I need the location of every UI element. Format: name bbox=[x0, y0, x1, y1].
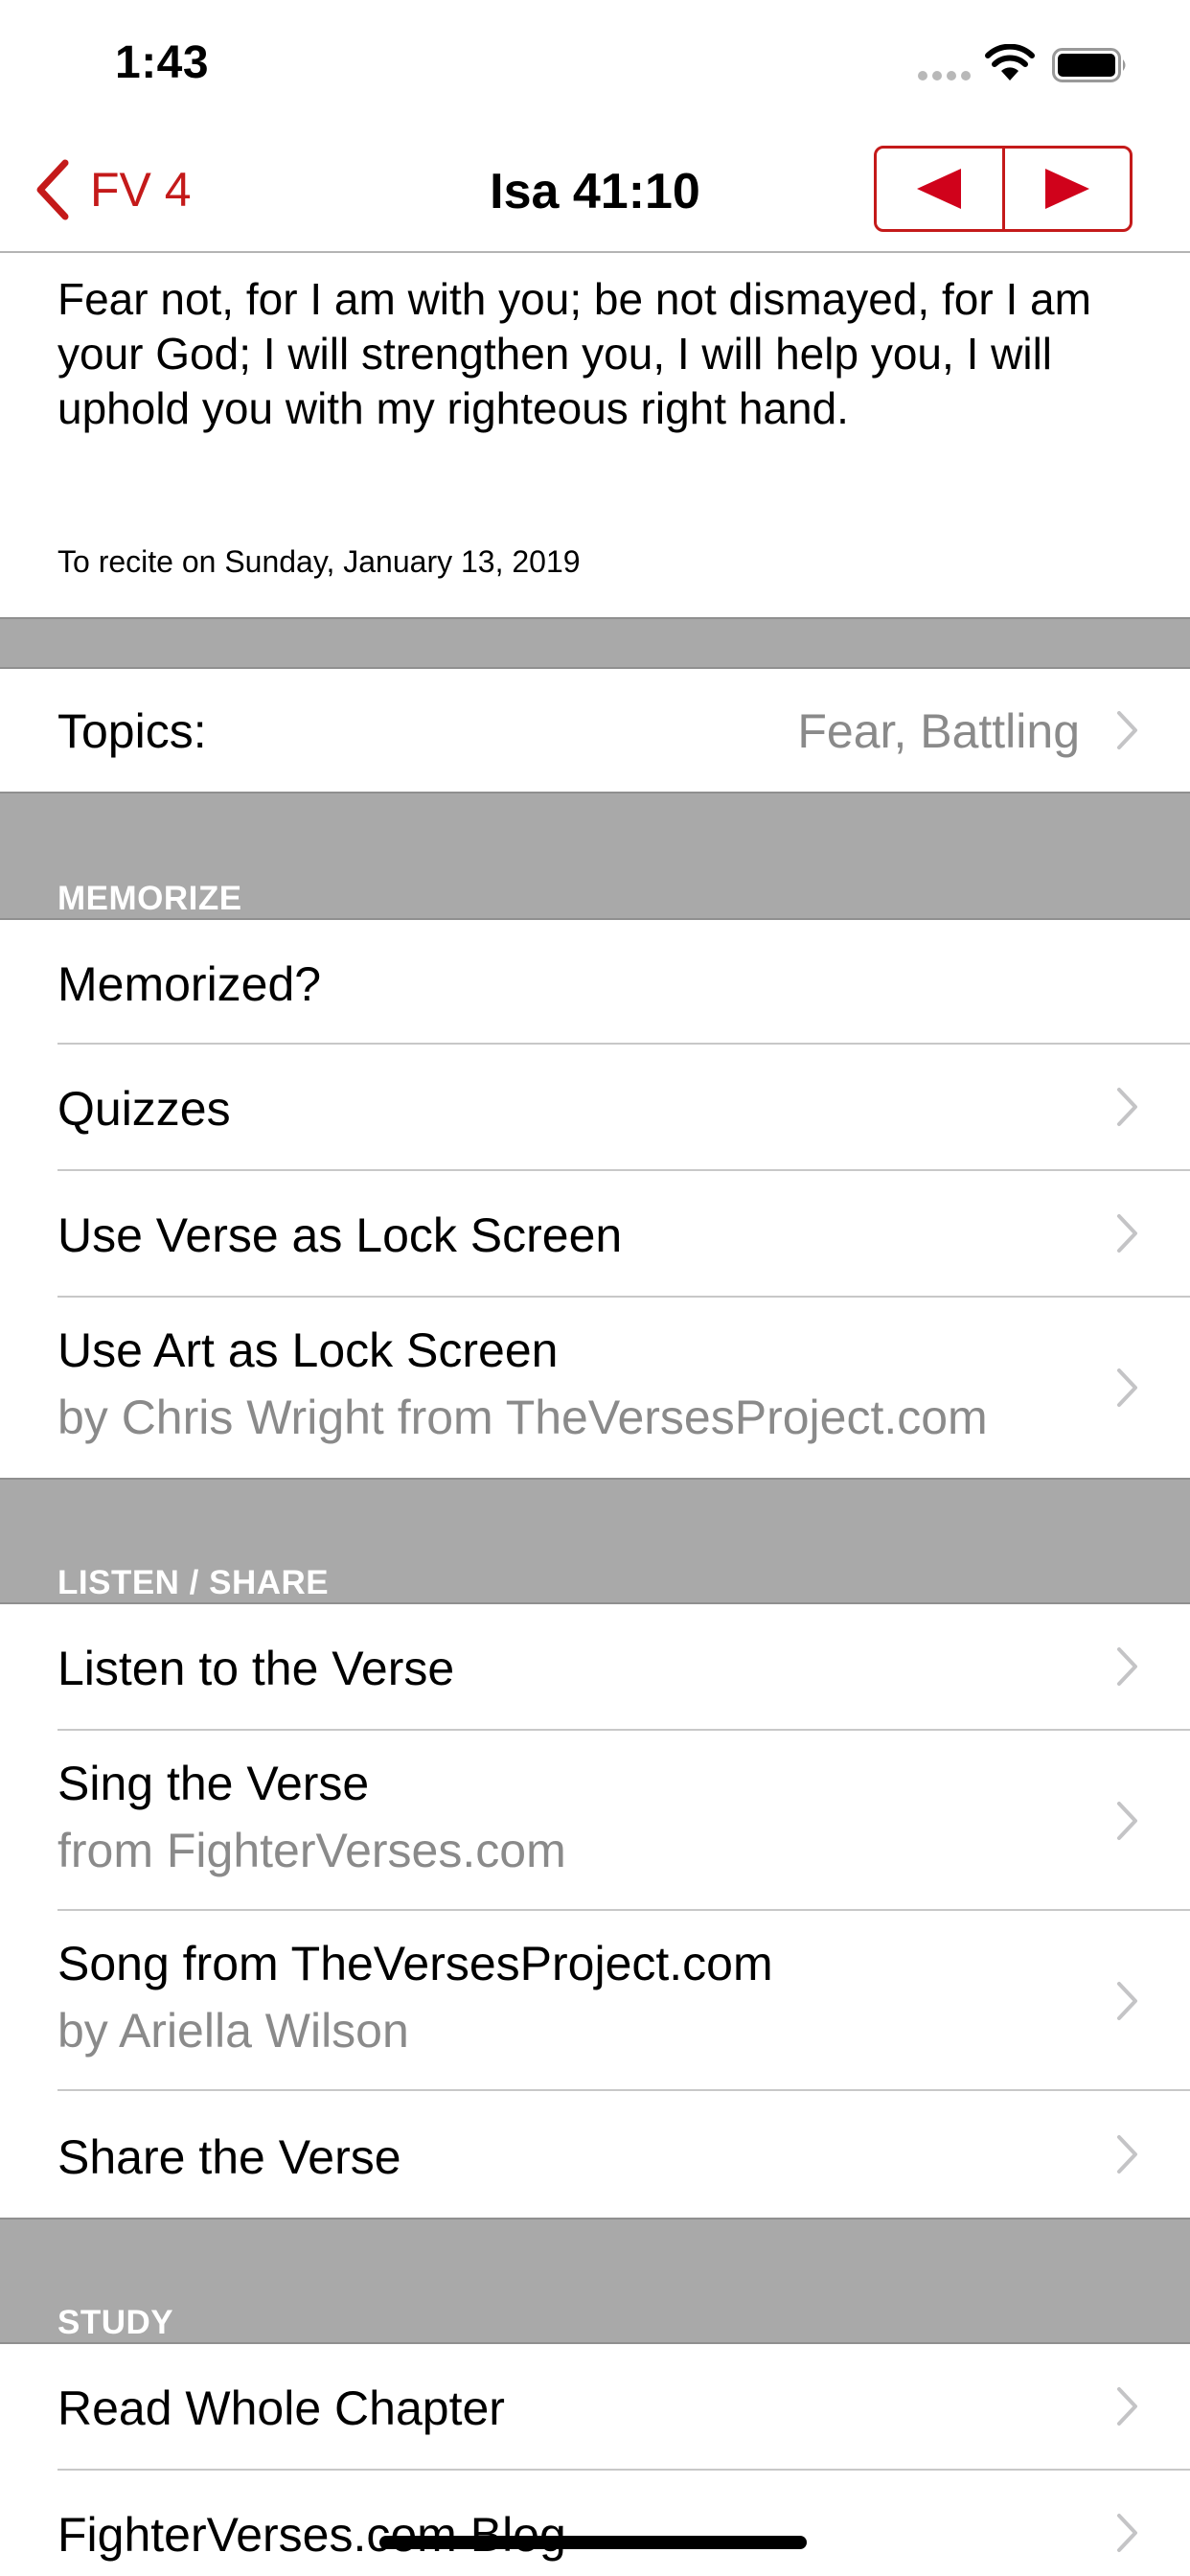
chevron-right-icon bbox=[1117, 1214, 1137, 1253]
section-header-label: STUDY bbox=[57, 2304, 174, 2341]
topics-value: Fear, Battling bbox=[797, 704, 1080, 758]
art-lock-screen-row[interactable]: Use Art as Lock Screen by Chris Wright f… bbox=[0, 1298, 1190, 1478]
recite-date: To recite on Sunday, January 13, 2019 bbox=[57, 544, 581, 579]
cellular-signal-icon bbox=[918, 71, 971, 80]
row-title: Memorized? bbox=[57, 957, 322, 1011]
status-time: 1:43 bbox=[115, 37, 210, 88]
section-header-study: STUDY bbox=[0, 2218, 1190, 2344]
listen-verse-row[interactable]: Listen to the Verse bbox=[0, 1604, 1190, 1729]
status-bar: 1:43 bbox=[0, 0, 1190, 126]
triangle-left-icon bbox=[917, 169, 962, 209]
verse-navigation-control bbox=[874, 146, 1133, 232]
row-subtitle: from FighterVerses.com bbox=[57, 1824, 566, 1877]
topics-row[interactable]: Topics: Fear, Battling bbox=[0, 669, 1190, 792]
topics-label: Topics: bbox=[57, 704, 207, 758]
previous-verse-button[interactable] bbox=[877, 149, 1002, 229]
chevron-right-icon bbox=[1117, 1647, 1137, 1686]
row-title: Share the Verse bbox=[57, 2130, 401, 2184]
row-title: Sing the Verse bbox=[57, 1757, 370, 1810]
row-title: Read Whole Chapter bbox=[57, 2381, 505, 2435]
chevron-right-icon bbox=[1117, 1802, 1137, 1840]
quizzes-row[interactable]: Quizzes bbox=[0, 1045, 1190, 1169]
verses-project-song-row[interactable]: Song from TheVersesProject.com by Ariell… bbox=[0, 1911, 1190, 2089]
navigation-bar: FV 4 Isa 41:10 bbox=[0, 126, 1190, 253]
sing-verse-row[interactable]: Sing the Verse from FighterVerses.com bbox=[0, 1731, 1190, 1909]
row-title: Quizzes bbox=[57, 1082, 231, 1136]
wifi-icon bbox=[985, 44, 1035, 80]
share-verse-row[interactable]: Share the Verse bbox=[0, 2091, 1190, 2218]
row-title: Song from TheVersesProject.com bbox=[57, 1937, 773, 1990]
blog-row[interactable]: FighterVerses.com Blog bbox=[0, 2471, 1190, 2576]
home-indicator[interactable] bbox=[379, 2536, 807, 2549]
chevron-right-icon bbox=[1117, 2387, 1137, 2426]
chevron-right-icon bbox=[1117, 1982, 1137, 2020]
chevron-right-icon bbox=[1117, 1088, 1137, 1126]
read-chapter-row[interactable]: Read Whole Chapter bbox=[0, 2344, 1190, 2469]
row-title: Listen to the Verse bbox=[57, 1642, 455, 1695]
battery-icon bbox=[1052, 48, 1126, 82]
verse-lock-screen-row[interactable]: Use Verse as Lock Screen bbox=[0, 1171, 1190, 1296]
row-title: Use Verse as Lock Screen bbox=[57, 1208, 623, 1262]
triangle-right-icon bbox=[1044, 169, 1089, 209]
row-subtitle: by Ariella Wilson bbox=[57, 2004, 409, 2058]
section-header-label: MEMORIZE bbox=[57, 880, 242, 917]
section-header-listen-share: LISTEN / SHARE bbox=[0, 1478, 1190, 1604]
chevron-right-icon bbox=[1117, 2514, 1137, 2552]
verse-text: Fear not, for I am with you; be not dism… bbox=[57, 274, 1091, 433]
section-header-memorize: MEMORIZE bbox=[0, 792, 1190, 920]
row-title: Use Art as Lock Screen bbox=[57, 1323, 559, 1377]
section-header-label: LISTEN / SHARE bbox=[57, 1564, 330, 1601]
next-verse-button[interactable] bbox=[1001, 149, 1131, 229]
row-subtitle: by Chris Wright from TheVersesProject.co… bbox=[57, 1391, 988, 1444]
row-title: FighterVerses.com Blog bbox=[57, 2508, 566, 2562]
chevron-right-icon bbox=[1117, 1368, 1137, 1407]
section-spacer bbox=[0, 617, 1190, 669]
chevron-right-icon bbox=[1117, 2135, 1137, 2174]
memorized-row[interactable]: Memorized? bbox=[0, 920, 1190, 1045]
chevron-right-icon bbox=[1117, 711, 1137, 749]
